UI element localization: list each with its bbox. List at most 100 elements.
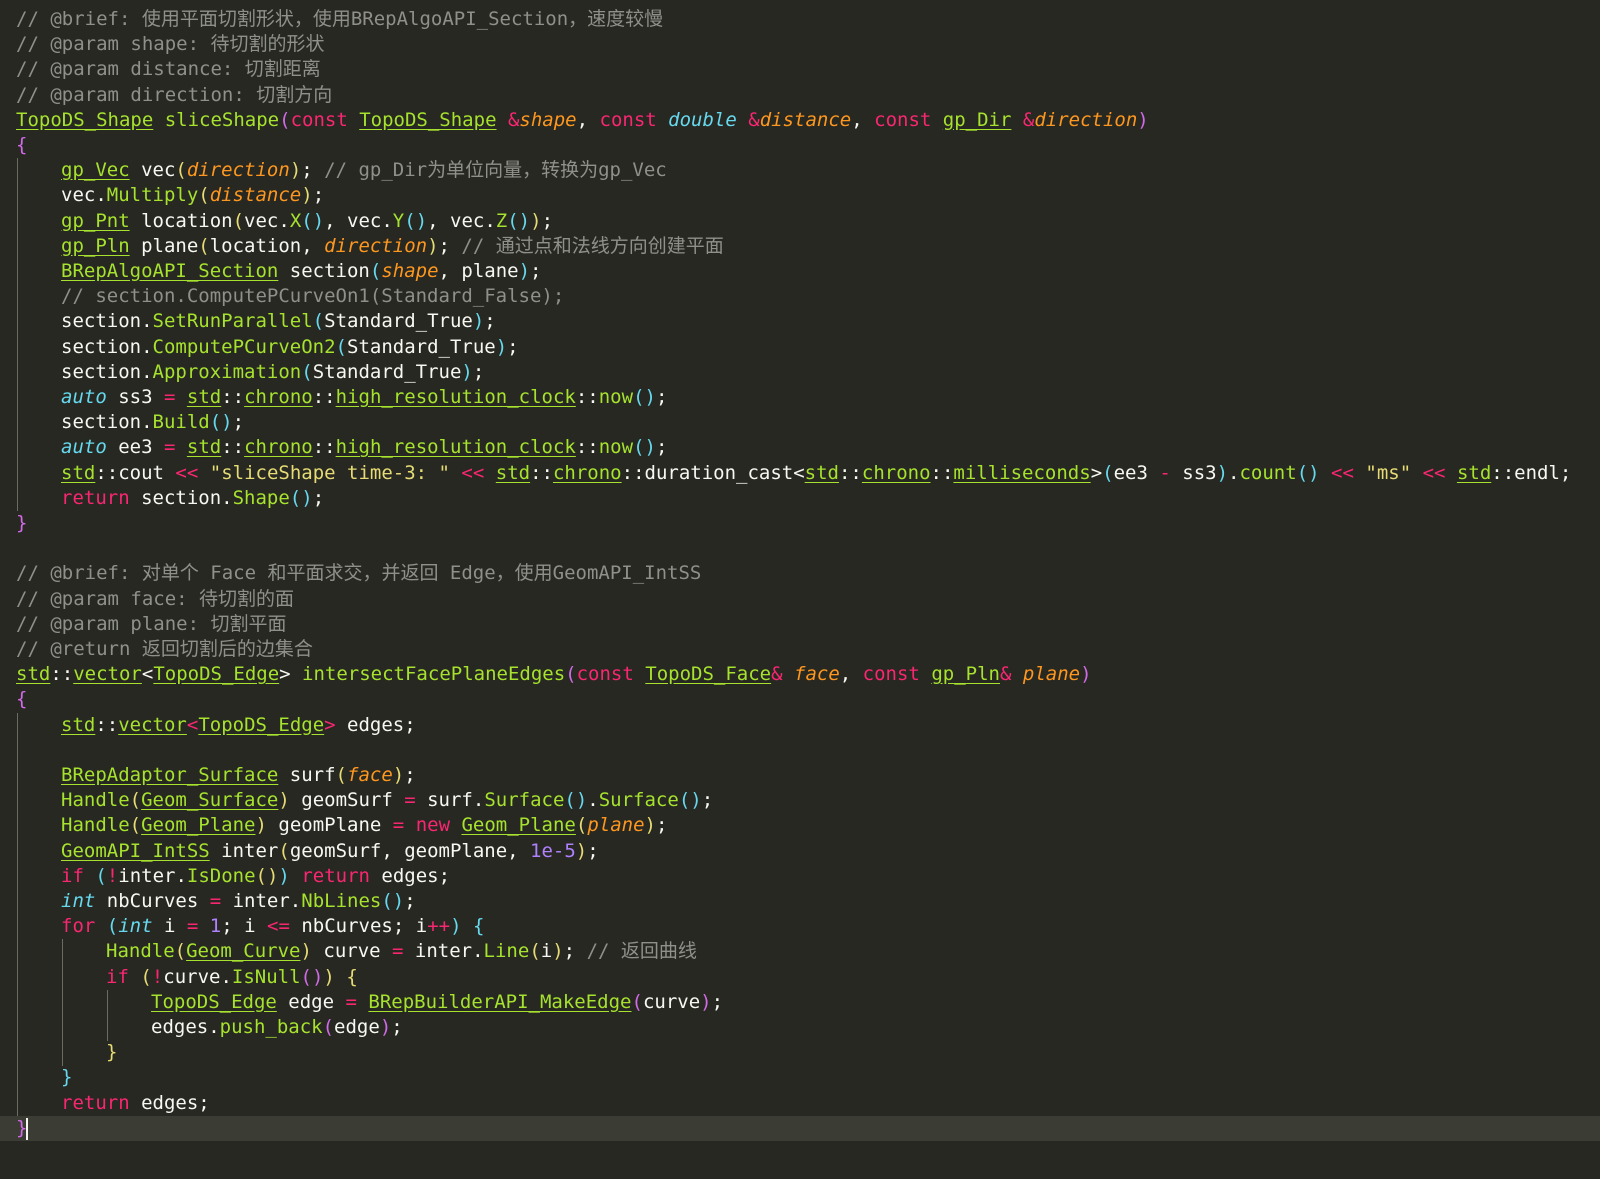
- code-token: ): [427, 234, 439, 257]
- code-line[interactable]: }: [0, 1065, 1600, 1092]
- code-line[interactable]: // @return 返回切割后的边集合: [0, 637, 1600, 663]
- indent-guide: [107, 989, 108, 1016]
- code-line[interactable]: // @param direction: 切割方向: [0, 83, 1600, 109]
- code-line[interactable]: // @brief: 使用平面切割形状，使用BRepAlgoAPI_Sectio…: [0, 7, 1600, 33]
- code-line[interactable]: BRepAdaptor_Surface surf(face);: [0, 763, 1600, 789]
- code-line[interactable]: gp_Vec vec(direction); // gp_Dir为单位向量，转换…: [0, 158, 1600, 184]
- code-line[interactable]: Handle(Geom_Surface) geomSurf = surf.Sur…: [0, 788, 1600, 814]
- code-token: ss3: [1170, 461, 1217, 484]
- code-line[interactable]: [0, 737, 1600, 764]
- code-token: Handle: [61, 789, 130, 812]
- code-token: std: [495, 461, 531, 484]
- code-token: face: [347, 764, 393, 786]
- code-token: section.: [61, 360, 153, 383]
- code-line-text: // @brief: 使用平面切割形状，使用BRepAlgoAPI_Sectio…: [16, 7, 663, 33]
- code-token: ): [301, 184, 313, 207]
- code-token: TopoDS_Edge: [198, 713, 325, 736]
- code-line-text: // section.ComputePCurveOn1(Standard_Fal…: [61, 284, 564, 310]
- code-line[interactable]: gp_Pln plane(location, direction); // 通过…: [0, 233, 1600, 260]
- code-line[interactable]: edges.push_back(edge);: [0, 1015, 1600, 1041]
- code-line[interactable]: std::cout << "sliceShape time-3: " << st…: [0, 460, 1600, 487]
- code-token: ::endl;: [1491, 461, 1572, 484]
- code-line[interactable]: }: [0, 511, 1600, 537]
- code-line[interactable]: section.ComputePCurveOn2(Standard_True);: [0, 334, 1600, 361]
- code-line-text: auto ss3 = std::chrono::high_resolution_…: [61, 385, 667, 411]
- code-line[interactable]: section.Approximation(Standard_True);: [0, 359, 1600, 386]
- code-line[interactable]: [0, 536, 1600, 562]
- code-editor[interactable]: // @brief: 使用平面切割形状，使用BRepAlgoAPI_Sectio…: [0, 0, 1600, 1179]
- code-token: }: [16, 512, 28, 534]
- code-token: {: [346, 965, 358, 988]
- code-line[interactable]: section.Build();: [0, 410, 1600, 436]
- code-line[interactable]: return edges;: [0, 1090, 1600, 1117]
- code-line[interactable]: return section.Shape();: [0, 485, 1600, 512]
- indent-guide: [17, 359, 18, 386]
- code-line[interactable]: // @brief: 对单个 Face 和平面求交，并返回 Edge，使用Geo…: [0, 561, 1600, 587]
- code-line[interactable]: {: [0, 133, 1600, 159]
- code-token: ;: [587, 839, 599, 862]
- code-line[interactable]: GeomAPI_IntSS inter(geomSurf, geomPlane,…: [0, 838, 1600, 865]
- code-line[interactable]: // section.ComputePCurveOn1(Standard_Fal…: [0, 284, 1600, 310]
- code-line[interactable]: gp_Pnt location(vec.X(), vec.Y(), vec.Z(…: [0, 208, 1600, 235]
- code-line[interactable]: Handle(Geom_Curve) curve = inter.Line(i)…: [0, 939, 1600, 966]
- code-line[interactable]: section.SetRunParallel(Standard_True);: [0, 309, 1600, 336]
- code-token: <<: [175, 461, 199, 484]
- code-line[interactable]: // @param plane: 切割平面: [0, 612, 1600, 638]
- code-line-text: // @return 返回切割后的边集合: [16, 637, 313, 663]
- code-token: (: [175, 159, 187, 182]
- code-line[interactable]: // @param shape: 待切割的形状: [0, 32, 1600, 58]
- code-token: chrono: [552, 461, 622, 484]
- code-token: }: [61, 1066, 73, 1089]
- code-token: ): [552, 940, 564, 963]
- code-token: // @param face: 待切割的面: [16, 587, 295, 610]
- code-token: X: [289, 209, 302, 232]
- code-line[interactable]: TopoDS_Edge edge = BRepBuilderAPI_MakeEd…: [0, 989, 1600, 1016]
- code-line[interactable]: TopoDS_Shape sliceShape(const TopoDS_Sha…: [0, 108, 1600, 134]
- code-line[interactable]: if (!curve.IsNull()) {: [0, 964, 1600, 991]
- code-token: ee3: [106, 436, 164, 459]
- code-line[interactable]: auto ss3 = std::chrono::high_resolution_…: [0, 385, 1600, 411]
- code-line[interactable]: {: [0, 687, 1600, 713]
- code-token: std: [186, 386, 222, 408]
- code-line[interactable]: // @param face: 待切割的面: [0, 587, 1600, 613]
- code-line[interactable]: }: [0, 1040, 1600, 1066]
- code-line[interactable]: int nbCurves = inter.NbLines();: [0, 889, 1600, 915]
- code-token: ): [323, 965, 335, 988]
- code-line-text: std::cout << "sliceShape time-3: " << st…: [61, 461, 1571, 487]
- code-token: 1e-5: [530, 839, 576, 862]
- code-line[interactable]: if (!inter.IsDone()) return edges;: [0, 863, 1600, 890]
- code-token: ;: [507, 335, 519, 358]
- code-token: curve: [642, 990, 701, 1013]
- code-line[interactable]: std::vector<TopoDS_Edge> intersectFacePl…: [0, 662, 1600, 688]
- code-token: sliceShape: [164, 108, 280, 131]
- code-line[interactable]: }: [0, 1115, 1600, 1142]
- code-token: chrono: [861, 461, 931, 484]
- code-line[interactable]: std::vector<TopoDS_Edge> edges;: [0, 712, 1600, 739]
- code-token: ;: [541, 209, 554, 232]
- code-line[interactable]: BRepAlgoAPI_Section section(shape, plane…: [0, 259, 1600, 285]
- code-token: curve: [311, 940, 393, 963]
- code-line[interactable]: auto ee3 = std::chrono::high_resolution_…: [0, 435, 1600, 462]
- code-token: ::: [930, 461, 954, 484]
- code-line[interactable]: // @param distance: 切割距离: [0, 57, 1600, 83]
- code-token: // @param shape: 待切割的形状: [16, 33, 325, 56]
- code-token: (: [1102, 461, 1114, 484]
- indent-guide: [17, 334, 18, 361]
- indent-guide: [17, 183, 18, 210]
- code-token: {: [472, 915, 485, 938]
- code-line[interactable]: Handle(Geom_Plane) geomPlane = new Geom_…: [0, 813, 1600, 840]
- code-line[interactable]: for (int i = 1; i <= nbCurves; i++) {: [0, 914, 1600, 940]
- code-token: Line: [483, 940, 530, 963]
- code-token: &: [507, 108, 520, 131]
- code-line-text: // @param face: 待切割的面: [16, 587, 294, 613]
- code-token: (): [289, 486, 313, 509]
- code-line[interactable]: vec.Multiply(distance);: [0, 183, 1600, 210]
- code-token: return: [301, 864, 370, 887]
